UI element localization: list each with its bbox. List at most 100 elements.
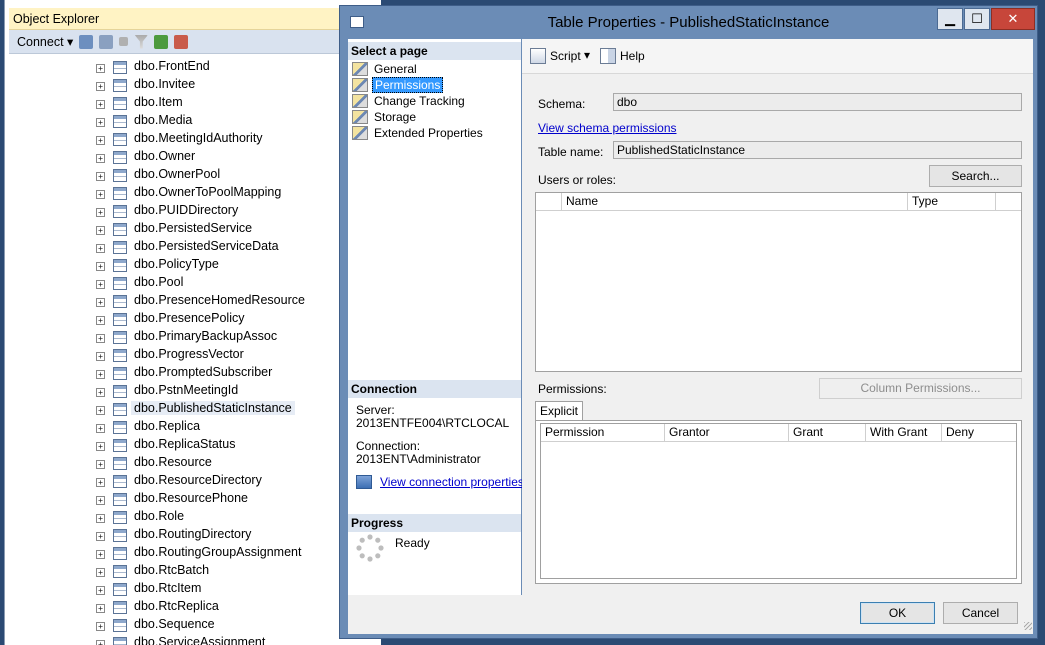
tree-node[interactable]: + dbo.RtcItem <box>5 580 381 598</box>
tree-node[interactable]: + dbo.PresenceHomedResource <box>5 292 381 310</box>
refresh-icon[interactable] <box>154 34 169 49</box>
expand-plus-icon[interactable]: + <box>96 64 105 73</box>
expand-plus-icon[interactable]: + <box>96 208 105 217</box>
tree-node[interactable]: + dbo.PstnMeetingId <box>5 382 381 400</box>
tree-node[interactable]: + dbo.ResourcePhone <box>5 490 381 508</box>
column-header-type[interactable]: Type <box>908 193 996 211</box>
expand-plus-icon[interactable]: + <box>96 316 105 325</box>
expand-plus-icon[interactable]: + <box>96 172 105 181</box>
expand-plus-icon[interactable]: + <box>96 82 105 91</box>
column-header-permission[interactable]: Permission <box>541 424 665 442</box>
tree-node[interactable]: + dbo.Owner <box>5 148 381 166</box>
expand-plus-icon[interactable]: + <box>96 118 105 127</box>
expand-plus-icon[interactable]: + <box>96 424 105 433</box>
tree-node[interactable]: + dbo.Resource <box>5 454 381 472</box>
expand-plus-icon[interactable]: + <box>96 370 105 379</box>
expand-plus-icon[interactable]: + <box>96 136 105 145</box>
expand-plus-icon[interactable]: + <box>96 406 105 415</box>
ok-button[interactable]: OK <box>860 602 935 624</box>
script-dropdown-arrow[interactable]: ▾ <box>584 48 590 62</box>
expand-plus-icon[interactable]: + <box>96 586 105 595</box>
script-button[interactable]: Script <box>530 48 581 64</box>
tree-node[interactable]: + dbo.PresencePolicy <box>5 310 381 328</box>
column-header-grant[interactable]: Grant <box>789 424 866 442</box>
column-header-with-grant[interactable]: With Grant <box>866 424 942 442</box>
tree-node[interactable]: + dbo.OwnerToPoolMapping <box>5 184 381 202</box>
tree-node[interactable]: + dbo.Role <box>5 508 381 526</box>
tree-node[interactable]: + dbo.PublishedStaticInstance <box>5 400 381 418</box>
resize-grip-icon[interactable] <box>1024 622 1032 630</box>
expand-plus-icon[interactable]: + <box>96 190 105 199</box>
expand-plus-icon[interactable]: + <box>96 496 105 505</box>
page-item-change-tracking[interactable]: Change Tracking <box>352 93 467 108</box>
expand-plus-icon[interactable]: + <box>96 388 105 397</box>
expand-plus-icon[interactable]: + <box>96 154 105 163</box>
minimize-button[interactable]: ▁ <box>937 8 963 30</box>
tree-node[interactable]: + dbo.Item <box>5 94 381 112</box>
tree-node[interactable]: + dbo.FrontEnd <box>5 58 381 76</box>
tab-explicit[interactable]: Explicit <box>535 401 583 421</box>
tree-node[interactable]: + dbo.PromptedSubscriber <box>5 364 381 382</box>
filter-icon[interactable] <box>134 34 149 49</box>
expand-plus-icon[interactable]: + <box>96 442 105 451</box>
tree-node[interactable]: + dbo.PolicyType <box>5 256 381 274</box>
column-permissions-button[interactable]: Column Permissions... <box>819 378 1022 399</box>
page-item-storage[interactable]: Storage <box>352 109 418 124</box>
column-header-deny[interactable]: Deny <box>942 424 1016 442</box>
expand-plus-icon[interactable]: + <box>96 352 105 361</box>
users-roles-grid[interactable]: Name Type <box>535 192 1022 372</box>
tree-node[interactable]: + dbo.ProgressVector <box>5 346 381 364</box>
expand-plus-icon[interactable]: + <box>96 604 105 613</box>
tree-node[interactable]: + dbo.ReplicaStatus <box>5 436 381 454</box>
expand-plus-icon[interactable]: + <box>96 100 105 109</box>
expand-plus-icon[interactable]: + <box>96 298 105 307</box>
page-item-extended-properties[interactable]: Extended Properties <box>352 125 485 140</box>
tree-node[interactable]: + dbo.ResourceDirectory <box>5 472 381 490</box>
tree-node[interactable]: + dbo.Invitee <box>5 76 381 94</box>
tree-node[interactable]: + dbo.PersistedService <box>5 220 381 238</box>
help-button[interactable]: Help <box>600 48 645 64</box>
tree-node[interactable]: + dbo.RtcReplica <box>5 598 381 616</box>
disconnect-icon[interactable] <box>99 34 114 49</box>
tree-node[interactable]: + dbo.ServiceAssignment <box>5 634 381 645</box>
tree-node[interactable]: + dbo.RtcBatch <box>5 562 381 580</box>
expand-plus-icon[interactable]: + <box>96 514 105 523</box>
stop-icon[interactable] <box>119 37 129 46</box>
expand-plus-icon[interactable]: + <box>96 460 105 469</box>
expand-plus-icon[interactable]: + <box>96 532 105 541</box>
tree-node[interactable]: + dbo.OwnerPool <box>5 166 381 184</box>
permissions-grid[interactable]: Permission Grantor Grant With Grant Deny <box>540 423 1017 579</box>
expand-plus-icon[interactable]: + <box>96 262 105 271</box>
tree-node[interactable]: + dbo.Replica <box>5 418 381 436</box>
connect-button[interactable]: Connect ▾ <box>17 34 73 49</box>
view-schema-permissions-link[interactable]: View schema permissions <box>538 121 677 135</box>
expand-plus-icon[interactable]: + <box>96 550 105 559</box>
expand-plus-icon[interactable]: + <box>96 478 105 487</box>
tree-node[interactable]: + dbo.MeetingIdAuthority <box>5 130 381 148</box>
expand-plus-icon[interactable]: + <box>96 244 105 253</box>
tree-node[interactable]: + dbo.Media <box>5 112 381 130</box>
page-item-general[interactable]: General <box>352 61 419 76</box>
connect-server-icon[interactable] <box>79 34 94 49</box>
search-button[interactable]: Search... <box>929 165 1022 187</box>
tree-node[interactable]: + dbo.PrimaryBackupAssoc <box>5 328 381 346</box>
cancel-button[interactable]: Cancel <box>943 602 1018 624</box>
page-item-permissions[interactable]: Permissions <box>352 76 444 93</box>
tree-node[interactable]: + dbo.RoutingGroupAssignment <box>5 544 381 562</box>
tree-node[interactable]: + dbo.Sequence <box>5 616 381 634</box>
expand-plus-icon[interactable]: + <box>96 640 105 645</box>
tree-node[interactable]: + dbo.PersistedServiceData <box>5 238 381 256</box>
column-header-name[interactable]: Name <box>562 193 908 211</box>
expand-plus-icon[interactable]: + <box>96 568 105 577</box>
close-button[interactable]: ✕ <box>991 8 1035 30</box>
expand-plus-icon[interactable]: + <box>96 280 105 289</box>
maximize-button[interactable]: ☐ <box>964 8 990 30</box>
tree-node[interactable]: + dbo.RoutingDirectory <box>5 526 381 544</box>
tree-node[interactable]: + dbo.PUIDDirectory <box>5 202 381 220</box>
column-header-grantor[interactable]: Grantor <box>665 424 789 442</box>
activity-monitor-icon[interactable] <box>174 34 189 49</box>
view-connection-properties[interactable]: View connection properties <box>356 475 524 489</box>
expand-plus-icon[interactable]: + <box>96 622 105 631</box>
expand-plus-icon[interactable]: + <box>96 226 105 235</box>
expand-plus-icon[interactable]: + <box>96 334 105 343</box>
